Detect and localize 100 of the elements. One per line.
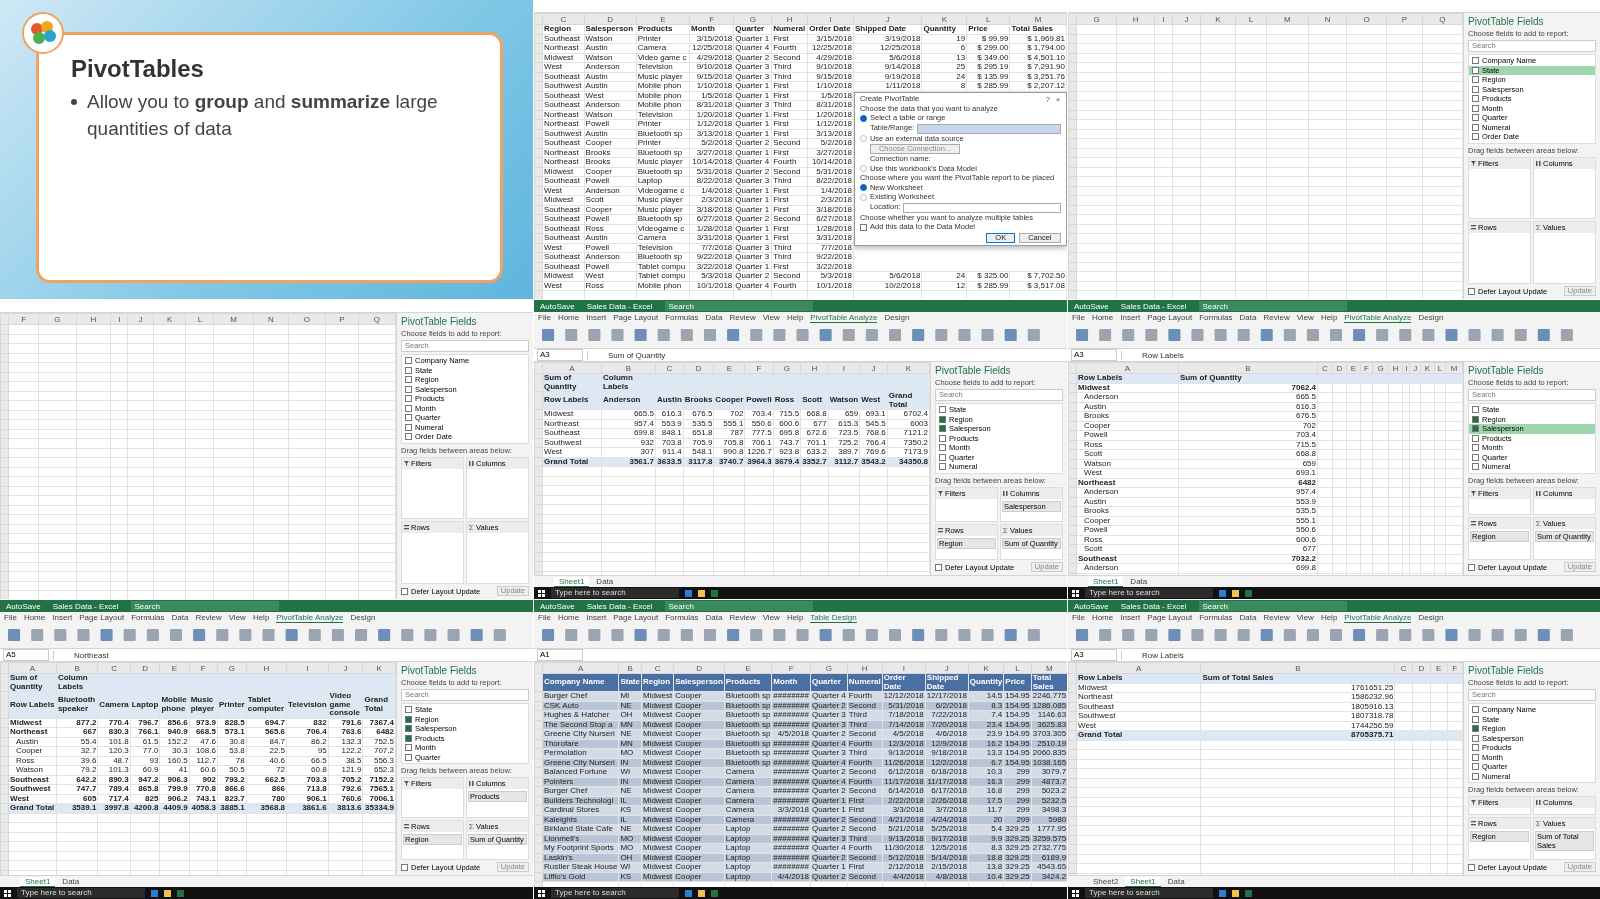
column-header[interactable]: P: [1386, 13, 1423, 25]
column-header[interactable]: P: [325, 313, 359, 325]
column-header[interactable]: K: [1420, 362, 1435, 374]
column-header[interactable]: K: [968, 662, 1004, 674]
column-header[interactable]: C: [97, 662, 131, 674]
ribbon-tab[interactable]: Review: [729, 313, 756, 323]
checkbox[interactable]: [939, 434, 946, 442]
checkbox[interactable]: [405, 753, 412, 761]
ribbon-tab[interactable]: PivotTable Analyze: [810, 313, 878, 323]
checkbox[interactable]: [1472, 453, 1479, 461]
column-header[interactable]: C: [1394, 662, 1413, 674]
checkbox[interactable]: [1472, 463, 1479, 471]
ribbon-tab[interactable]: Design: [1418, 613, 1444, 623]
column-header[interactable]: A: [542, 362, 602, 374]
taskbar-search-field[interactable]: Type here to search: [551, 588, 679, 598]
checkbox[interactable]: [405, 706, 412, 714]
checkbox[interactable]: [1472, 425, 1479, 433]
ribbon-tab[interactable]: Data: [705, 613, 723, 623]
checkbox[interactable]: [1472, 415, 1479, 423]
column-header[interactable]: J: [1172, 13, 1201, 25]
checkbox[interactable]: [935, 563, 942, 571]
checkbox[interactable]: [939, 406, 946, 414]
column-header[interactable]: K: [921, 13, 967, 25]
ribbon-tab[interactable]: Formulas: [665, 613, 699, 623]
column-header[interactable]: I: [807, 13, 854, 25]
column-header[interactable]: J: [328, 662, 363, 674]
column-header[interactable]: H: [847, 662, 883, 674]
column-header[interactable]: G: [733, 13, 772, 25]
checkbox[interactable]: [405, 404, 412, 412]
column-header[interactable]: G: [773, 362, 801, 374]
radio-button[interactable]: [859, 165, 867, 173]
checkbox[interactable]: [401, 587, 408, 595]
column-header[interactable]: G: [38, 313, 77, 325]
column-header[interactable]: E: [724, 662, 772, 674]
ribbon-tab[interactable]: Page Layout: [79, 613, 125, 623]
radio-button[interactable]: [859, 114, 867, 122]
checkbox[interactable]: [1472, 123, 1479, 131]
column-header[interactable]: C: [1317, 362, 1333, 374]
name-box[interactable]: A3: [1071, 349, 1117, 361]
checkbox[interactable]: [1472, 406, 1479, 414]
column-header[interactable]: D: [673, 662, 725, 674]
sheet-tab[interactable]: Data: [591, 577, 619, 586]
ribbon-tab[interactable]: View: [228, 613, 246, 623]
column-header[interactable]: M: [1266, 13, 1309, 25]
help-button[interactable]: ?: [1045, 94, 1050, 104]
sheet-tab[interactable]: Sheet1: [1088, 576, 1124, 587]
ribbon-tab[interactable]: Page Layout: [1147, 613, 1193, 623]
taskbar-search-field[interactable]: Type here to search: [1085, 588, 1213, 598]
ribbon-tab[interactable]: Help: [252, 613, 270, 623]
location-field[interactable]: [903, 202, 1061, 213]
column-header[interactable]: I: [1154, 13, 1173, 25]
column-header[interactable]: N: [253, 313, 289, 325]
ribbon-tab[interactable]: Help: [786, 613, 804, 623]
column-header[interactable]: L: [1003, 662, 1032, 674]
formula-text[interactable]: Sum of Quantity: [587, 350, 666, 360]
checkbox[interactable]: [1472, 744, 1479, 752]
name-box[interactable]: A3: [537, 349, 583, 361]
name-box[interactable]: A3: [1071, 649, 1117, 661]
column-header[interactable]: M: [213, 313, 254, 325]
radio-button[interactable]: [859, 135, 867, 143]
column-header[interactable]: D: [1332, 362, 1347, 374]
checkbox[interactable]: [405, 366, 412, 374]
windows-icon[interactable]: [538, 589, 545, 597]
column-header[interactable]: E: [713, 362, 745, 374]
column-header[interactable]: E: [159, 662, 190, 674]
checkbox[interactable]: [1472, 76, 1479, 84]
search-field[interactable]: Search: [664, 601, 813, 611]
column-header[interactable]: M: [1445, 362, 1463, 374]
checkbox[interactable]: [859, 223, 867, 231]
column-header[interactable]: I: [286, 662, 329, 674]
ribbon-tab[interactable]: View: [1296, 313, 1314, 323]
column-header[interactable]: M: [1009, 13, 1067, 25]
column-header[interactable]: J: [859, 362, 888, 374]
column-header[interactable]: C: [641, 662, 674, 674]
search-field[interactable]: Search: [130, 601, 279, 611]
column-header[interactable]: I: [1402, 362, 1410, 374]
checkbox[interactable]: [405, 414, 412, 422]
checkbox[interactable]: [1468, 563, 1475, 571]
ribbon-tab[interactable]: Design: [884, 313, 910, 323]
windows-icon[interactable]: [1072, 889, 1079, 897]
column-header[interactable]: B: [1200, 662, 1395, 674]
taskbar-search-field[interactable]: Type here to search: [17, 888, 145, 898]
column-header[interactable]: C: [542, 13, 585, 25]
column-header[interactable]: N: [1308, 13, 1347, 25]
ribbon-tab[interactable]: Home: [23, 613, 46, 623]
search-field[interactable]: Search: [664, 301, 813, 311]
ribbon-tab[interactable]: Home: [1091, 313, 1114, 323]
windows-icon[interactable]: [1072, 589, 1079, 597]
checkbox[interactable]: [1472, 734, 1479, 742]
ribbon-tab[interactable]: File: [538, 313, 551, 323]
column-header[interactable]: F: [1360, 362, 1373, 374]
column-header[interactable]: O: [288, 313, 326, 325]
ribbon-tab[interactable]: View: [1296, 613, 1314, 623]
ribbon-tab[interactable]: View: [762, 613, 780, 623]
column-header[interactable]: L: [1434, 362, 1446, 374]
column-header[interactable]: Q: [1422, 13, 1463, 25]
checkbox[interactable]: [939, 425, 946, 433]
column-header[interactable]: K: [153, 313, 186, 325]
sheet-tab[interactable]: Sheet1: [554, 576, 590, 587]
ribbon-tab[interactable]: Page Layout: [613, 613, 659, 623]
